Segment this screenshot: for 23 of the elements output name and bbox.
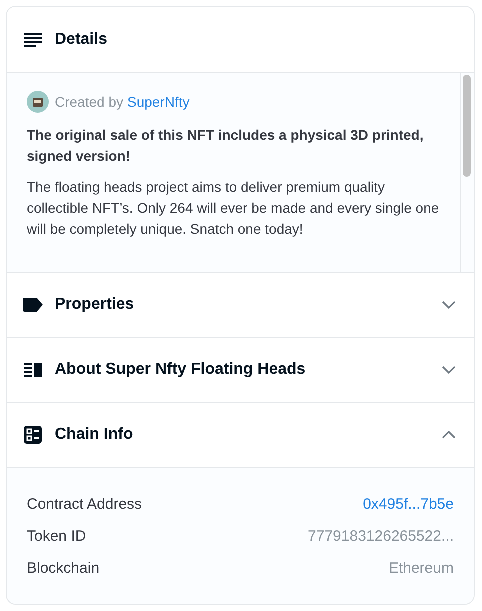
section-title: Details [55,30,108,50]
chevron-down-icon [442,366,456,374]
grid-list-icon [24,426,42,444]
address-link[interactable]: 0x495f...7b5e [363,494,454,516]
info-value: 7779183126265522... [308,527,454,547]
creator-label: Created by [55,92,124,112]
info-label: Blockchain [27,559,100,579]
avatar [27,91,49,113]
info-label: Token ID [27,527,86,547]
lines-icon [24,32,42,46]
info-label: Contract Address [27,495,142,515]
section-title: Chain Info [55,425,134,445]
section-title: Properties [55,295,136,315]
tag-icon [23,298,43,312]
chevron-up-icon [442,431,456,439]
scrollbar-thumb[interactable] [463,75,471,177]
description-paragraph: The floating heads project aims to deliver premium quality collectible NFT’s. Only 264 will ever be made and every single one will be completely unique. Snatch one today! [27,178,440,239]
list-icon [24,363,42,377]
chevron-down-icon [442,301,456,309]
creator-link[interactable]: SuperNfty [127,92,190,112]
section-title: About Super Nfty Floating Heads [55,360,307,380]
description-paragraph: The original sale of this NFT includes a physical 3D printed, signed version! [27,126,425,166]
info-value: Ethereum [388,559,454,579]
